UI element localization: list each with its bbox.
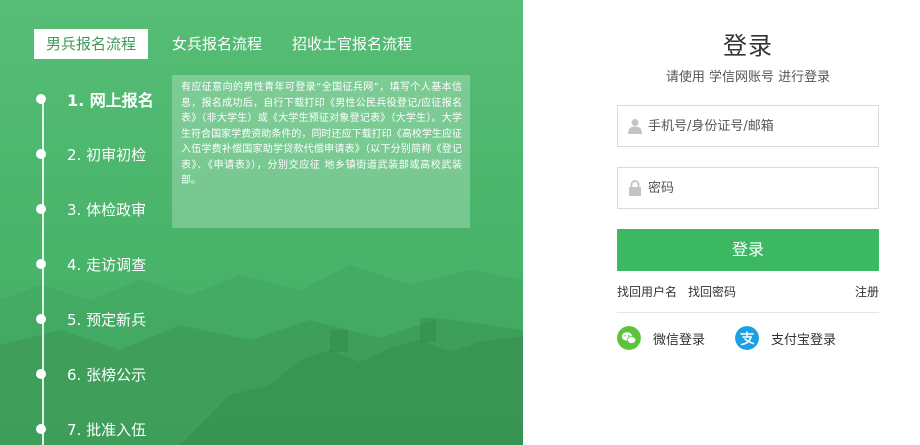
tab-female-process[interactable]: 女兵报名流程 <box>160 29 274 59</box>
wechat-icon <box>617 326 641 350</box>
alipay-login-label: 支付宝登录 <box>771 332 837 348</box>
process-panel: 男兵报名流程 女兵报名流程 招收士官报名流程 1. 网上报名 2. 初审初检 3… <box>0 0 523 445</box>
step-label: 3. 体检政审 <box>67 200 147 219</box>
username-field[interactable] <box>617 105 879 147</box>
step-description: 有应征意向的男性青年可登录“全国征兵网”，填写个人基本信息，报名成功后，自行下载… <box>172 75 470 228</box>
find-password-link[interactable]: 找回密码 <box>688 283 736 300</box>
step-preselect-recruits[interactable]: 5. 预定新兵 <box>36 307 146 331</box>
step-label: 5. 预定新兵 <box>67 310 147 329</box>
find-username-link[interactable]: 找回用户名 <box>617 283 677 300</box>
login-button[interactable]: 登录 <box>617 229 879 271</box>
step-preliminary-check[interactable]: 2. 初审初检 <box>36 142 146 166</box>
account-links: 找回用户名 找回密码 注册 <box>617 283 879 301</box>
password-field[interactable] <box>617 167 879 209</box>
divider <box>617 312 879 313</box>
tab-nco-process[interactable]: 招收士官报名流程 <box>280 29 424 59</box>
step-dot <box>36 314 46 324</box>
step-dot <box>36 259 46 269</box>
password-input[interactable] <box>648 169 868 207</box>
step-label: 2. 初审初检 <box>67 145 147 164</box>
register-link[interactable]: 注册 <box>855 283 879 300</box>
step-label: 6. 张榜公示 <box>67 365 147 384</box>
step-dot <box>36 149 46 159</box>
step-dot <box>36 369 46 379</box>
wechat-login-button[interactable]: 微信登录 <box>617 325 705 351</box>
step-public-notice[interactable]: 6. 张榜公示 <box>36 362 146 386</box>
step-approve-enlistment[interactable]: 7. 批准入伍 <box>36 417 146 441</box>
step-label: 1. 网上报名 <box>67 91 154 110</box>
step-label: 4. 走访调查 <box>67 255 147 274</box>
step-dot <box>36 204 46 214</box>
login-subtitle: 请使用 学信网账号 进行登录 <box>665 70 831 85</box>
step-dot <box>36 424 46 434</box>
user-icon <box>628 119 642 134</box>
alipay-icon <box>735 326 759 350</box>
tab-male-process[interactable]: 男兵报名流程 <box>34 29 149 59</box>
login-title: 登录 <box>723 32 773 60</box>
wechat-login-label: 微信登录 <box>653 332 706 348</box>
step-label: 7. 批准入伍 <box>67 420 147 439</box>
username-input[interactable] <box>648 107 868 145</box>
process-tabs: 男兵报名流程 女兵报名流程 招收士官报名流程 <box>34 29 424 59</box>
alipay-login-button[interactable]: 支付宝登录 <box>735 325 836 351</box>
step-physical-exam[interactable]: 3. 体检政审 <box>36 197 146 221</box>
lock-icon <box>629 180 641 196</box>
step-dot <box>36 94 46 104</box>
step-visit-investigation[interactable]: 4. 走访调查 <box>36 252 146 276</box>
step-online-registration[interactable]: 1. 网上报名 <box>36 87 154 111</box>
